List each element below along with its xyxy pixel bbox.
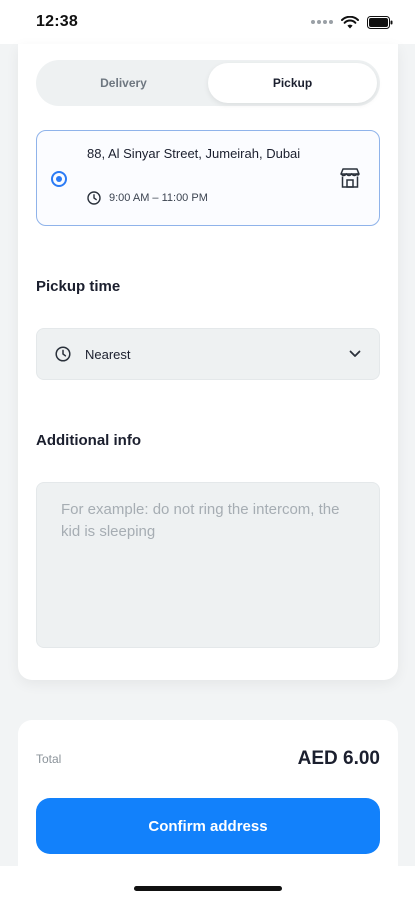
location-hours-row: 9:00 AM – 11:00 PM (87, 191, 208, 205)
status-time: 12:38 (36, 13, 78, 30)
additional-info-input[interactable] (61, 499, 355, 631)
status-bar: 12:38 (0, 0, 415, 44)
additional-info-title: Additional info (36, 432, 141, 449)
location-hours: 9:00 AM – 11:00 PM (109, 192, 208, 204)
pickup-form-card: Delivery Pickup 88, Al Sinyar Street, Ju… (18, 44, 398, 680)
battery-icon (367, 15, 393, 29)
pickup-location-option[interactable]: 88, Al Sinyar Street, Jumeirah, Dubai 9:… (36, 130, 380, 226)
pickup-time-select[interactable]: Nearest (36, 328, 380, 380)
chevron-down-icon (349, 350, 361, 357)
clock-icon (55, 346, 71, 362)
location-radio[interactable] (51, 171, 67, 187)
total-label: Total (36, 752, 62, 766)
status-icons (311, 15, 393, 29)
signal-icon (311, 20, 333, 24)
clock-icon (87, 191, 101, 205)
home-indicator[interactable] (134, 886, 282, 891)
home-indicator-area (0, 866, 415, 900)
tab-pickup[interactable]: Pickup (208, 63, 377, 103)
total-value: AED 6.00 (297, 748, 380, 769)
confirm-address-button[interactable]: Confirm address (36, 798, 380, 854)
pickup-time-value: Nearest (85, 346, 131, 362)
store-icon (340, 168, 360, 188)
delivery-mode-toggle: Delivery Pickup (36, 60, 380, 106)
wifi-icon (341, 15, 359, 28)
additional-info-field (36, 482, 380, 648)
tab-delivery[interactable]: Delivery (39, 63, 208, 103)
pickup-time-title: Pickup time (36, 278, 121, 295)
checkout-footer: Total AED 6.00 Confirm address (18, 720, 398, 866)
location-address: 88, Al Sinyar Street, Jumeirah, Dubai (87, 146, 301, 161)
